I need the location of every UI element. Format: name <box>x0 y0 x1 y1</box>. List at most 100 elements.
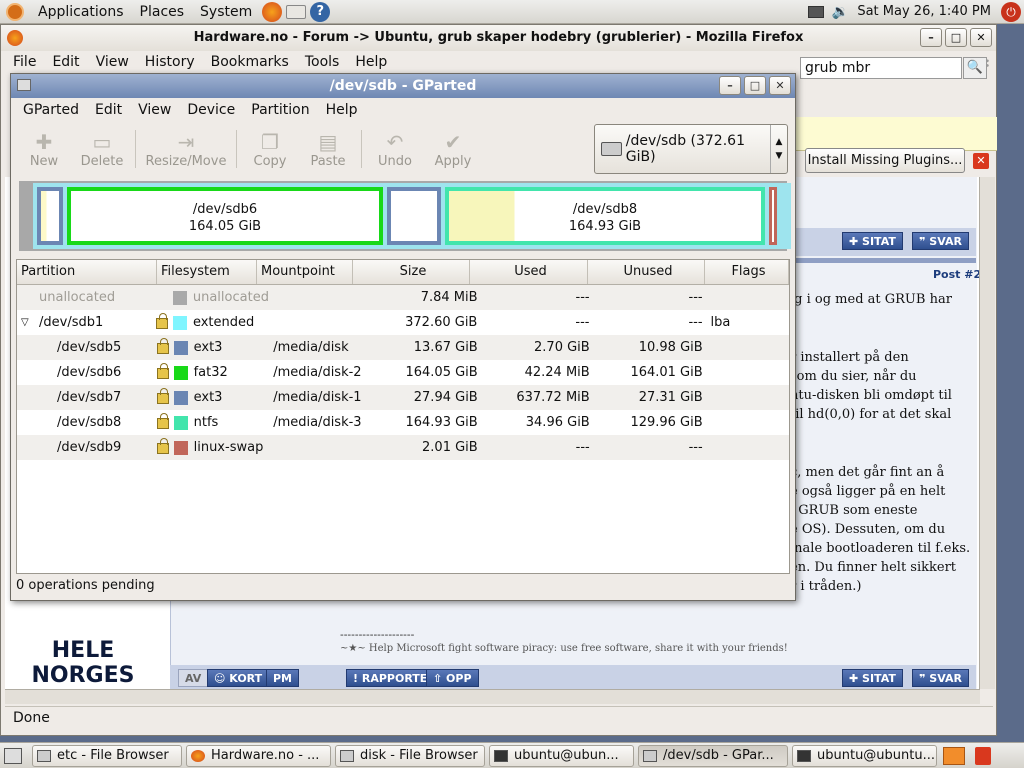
table-row[interactable]: /dev/sdb9 linux-swap 2.01 GiB --- --- <box>17 435 789 460</box>
gparted-close-button[interactable]: ✕ <box>769 76 791 95</box>
menu-bookmarks[interactable]: Bookmarks <box>203 54 297 70</box>
new-button[interactable]: ✚ New <box>15 124 73 169</box>
graph-sdb6-name: /dev/sdb6 <box>192 202 258 217</box>
col-partition[interactable]: Partition <box>17 260 157 284</box>
menu-gparted[interactable]: GParted <box>15 102 87 118</box>
menu-tools[interactable]: Tools <box>297 54 348 70</box>
network-icon[interactable] <box>807 5 824 18</box>
fs-color-swatch <box>173 415 188 430</box>
cell-used: --- <box>575 440 590 455</box>
lock-icon <box>156 313 169 329</box>
quote-button-bottom[interactable]: ✚ SITAT <box>842 669 903 687</box>
delete-button[interactable]: ▭ Delete <box>73 124 131 169</box>
paste-button[interactable]: ▤ Paste <box>299 124 357 169</box>
help-launcher-icon[interactable]: ? <box>310 1 331 22</box>
menu-device[interactable]: Device <box>179 102 243 118</box>
workspace-switcher[interactable] <box>943 746 965 765</box>
graph-sdb5[interactable] <box>37 187 63 245</box>
firefox-titlebar[interactable]: Hardware.no - Forum -> Ubuntu, grub skap… <box>1 25 996 51</box>
copy-button[interactable]: ❐ Copy <box>241 124 299 169</box>
power-icon[interactable]: ⏻ <box>1001 1 1021 22</box>
maximize-button[interactable]: □ <box>945 28 967 47</box>
fs-color-swatch <box>173 440 188 455</box>
minimize-button[interactable]: – <box>920 28 942 47</box>
task-gparted[interactable]: /dev/sdb - GPar... <box>638 744 788 767</box>
col-filesystem[interactable]: Filesystem <box>157 260 257 284</box>
task-terminal-2[interactable]: ubuntu@ubuntu... <box>792 744 937 767</box>
gparted-titlebar[interactable]: /dev/sdb - GParted – □ ✕ <box>11 74 795 98</box>
menu-partition[interactable]: Partition <box>243 102 317 118</box>
post-number[interactable]: Post #2 <box>933 268 981 281</box>
menu-history[interactable]: History <box>137 54 203 70</box>
page-vertical-scrollbar[interactable] <box>979 177 995 689</box>
graph-sdb6[interactable]: /dev/sdb6 164.05 GiB <box>67 187 383 245</box>
install-missing-plugins-button[interactable]: Install Missing Plugins... <box>805 148 965 173</box>
mail-launcher-icon[interactable] <box>286 4 307 19</box>
pm-button[interactable]: PM <box>266 669 300 687</box>
task-etc-file-browser[interactable]: etc - File Browser <box>32 744 182 767</box>
graph-sdb9[interactable] <box>769 187 777 245</box>
graph-sdb7[interactable] <box>387 187 441 245</box>
undo-button[interactable]: ↶ Undo <box>366 124 424 169</box>
device-select[interactable]: /dev/sdb (372.61 GiB) ▲ ▼ <box>594 124 788 174</box>
select-arrows-icon: ▲ ▼ <box>770 125 787 173</box>
table-row[interactable]: /dev/sdb6 fat32/media/disk-2 164.05 GiB 42.… <box>17 360 789 385</box>
ubuntu-logo-icon[interactable] <box>6 2 24 21</box>
col-mountpoint[interactable]: Mountpoint <box>257 260 353 284</box>
up-button[interactable]: ⇧ OPP <box>426 669 479 687</box>
col-flags[interactable]: Flags <box>705 260 789 284</box>
graph-sdb8[interactable]: /dev/sdb8 164.93 GiB <box>445 187 765 245</box>
trash-icon[interactable] <box>975 746 991 765</box>
task-terminal-1[interactable]: ubuntu@ubun... <box>489 744 634 767</box>
resize-move-button[interactable]: ⇥ Resize/Move <box>140 124 232 169</box>
menu-view[interactable]: View <box>88 54 137 70</box>
post-line: e også ligger på en helt <box>790 484 946 499</box>
search-button[interactable]: 🔍 <box>963 57 987 79</box>
extended-partition-graph[interactable]: /dev/sdb6 164.05 GiB /dev/sdb8 164.93 Gi… <box>33 183 791 249</box>
col-unused[interactable]: Unused <box>588 260 705 284</box>
reply-button-bottom[interactable]: ❞ SVAR <box>912 669 969 687</box>
menu-help[interactable]: Help <box>347 54 395 70</box>
cell-size: 2.01 GiB <box>422 440 478 455</box>
quote-button[interactable]: ✚ SITAT <box>842 232 903 250</box>
volume-icon[interactable]: 🔉 <box>832 4 849 20</box>
gparted-toolbar: ✚ New ▭ Delete ⇥ Resize/Move ❐ Copy ▤ Paste ↶… <box>15 124 595 174</box>
firefox-launcher-icon[interactable] <box>262 1 283 22</box>
places-menu[interactable]: Places <box>132 4 193 20</box>
task-disk-file-browser[interactable]: disk - File Browser <box>335 744 485 767</box>
system-menu[interactable]: System <box>192 4 260 20</box>
apply-button[interactable]: ✔ Apply <box>424 124 482 169</box>
menu-file[interactable]: File <box>5 54 44 70</box>
table-row[interactable]: /dev/sdb7 ext3/media/disk-1 27.94 GiB 637.7… <box>17 385 789 410</box>
reply-button[interactable]: ❞ SVAR <box>912 232 969 250</box>
search-input[interactable]: grub mbr <box>800 57 962 79</box>
page-horizontal-scrollbar[interactable] <box>5 689 980 704</box>
col-used[interactable]: Used <box>470 260 588 284</box>
show-desktop-icon[interactable] <box>4 747 22 764</box>
applications-menu[interactable]: Applications <box>30 4 132 20</box>
gparted-minimize-button[interactable]: – <box>719 76 741 95</box>
table-row[interactable]: unallocated unallocated 7.84 MiB --- --- <box>17 285 789 310</box>
signature-text: ~★~ Help Microsoft fight software piracy… <box>340 643 788 654</box>
menu-help[interactable]: Help <box>318 102 366 118</box>
task-firefox[interactable]: Hardware.no - ... <box>186 744 331 767</box>
col-size[interactable]: Size <box>353 260 470 284</box>
top-panel: Applications Places System ? 🔉 Sat May 2… <box>0 0 1024 24</box>
ad-banner[interactable]: HELE NORGES <box>28 638 138 688</box>
clock[interactable]: Sat May 26, 1:40 PM <box>857 4 991 19</box>
table-row[interactable]: /dev/sdb5 ext3/media/disk 13.67 GiB 2.70 Gi… <box>17 335 789 360</box>
kort-button[interactable]: ☺ KORT <box>207 669 270 687</box>
menu-edit[interactable]: Edit <box>87 102 130 118</box>
close-button[interactable]: ✕ <box>970 28 992 47</box>
cell-size: 164.93 GiB <box>405 415 478 430</box>
notification-close-icon[interactable]: ✕ <box>973 153 989 169</box>
menu-edit[interactable]: Edit <box>44 54 87 70</box>
expander-icon[interactable]: ▽ <box>21 310 29 335</box>
table-row[interactable]: ▽/dev/sdb1 extended 372.60 GiB --- --- lba <box>17 310 789 335</box>
gparted-maximize-button[interactable]: □ <box>744 76 766 95</box>
av-button[interactable]: AV <box>178 669 209 687</box>
table-row[interactable]: /dev/sdb8 ntfs/media/disk-3 164.93 GiB 34.9… <box>17 410 789 435</box>
menu-view[interactable]: View <box>130 102 179 118</box>
cell-filesystem: ntfs <box>173 410 270 435</box>
toolbar-separator <box>135 130 136 168</box>
